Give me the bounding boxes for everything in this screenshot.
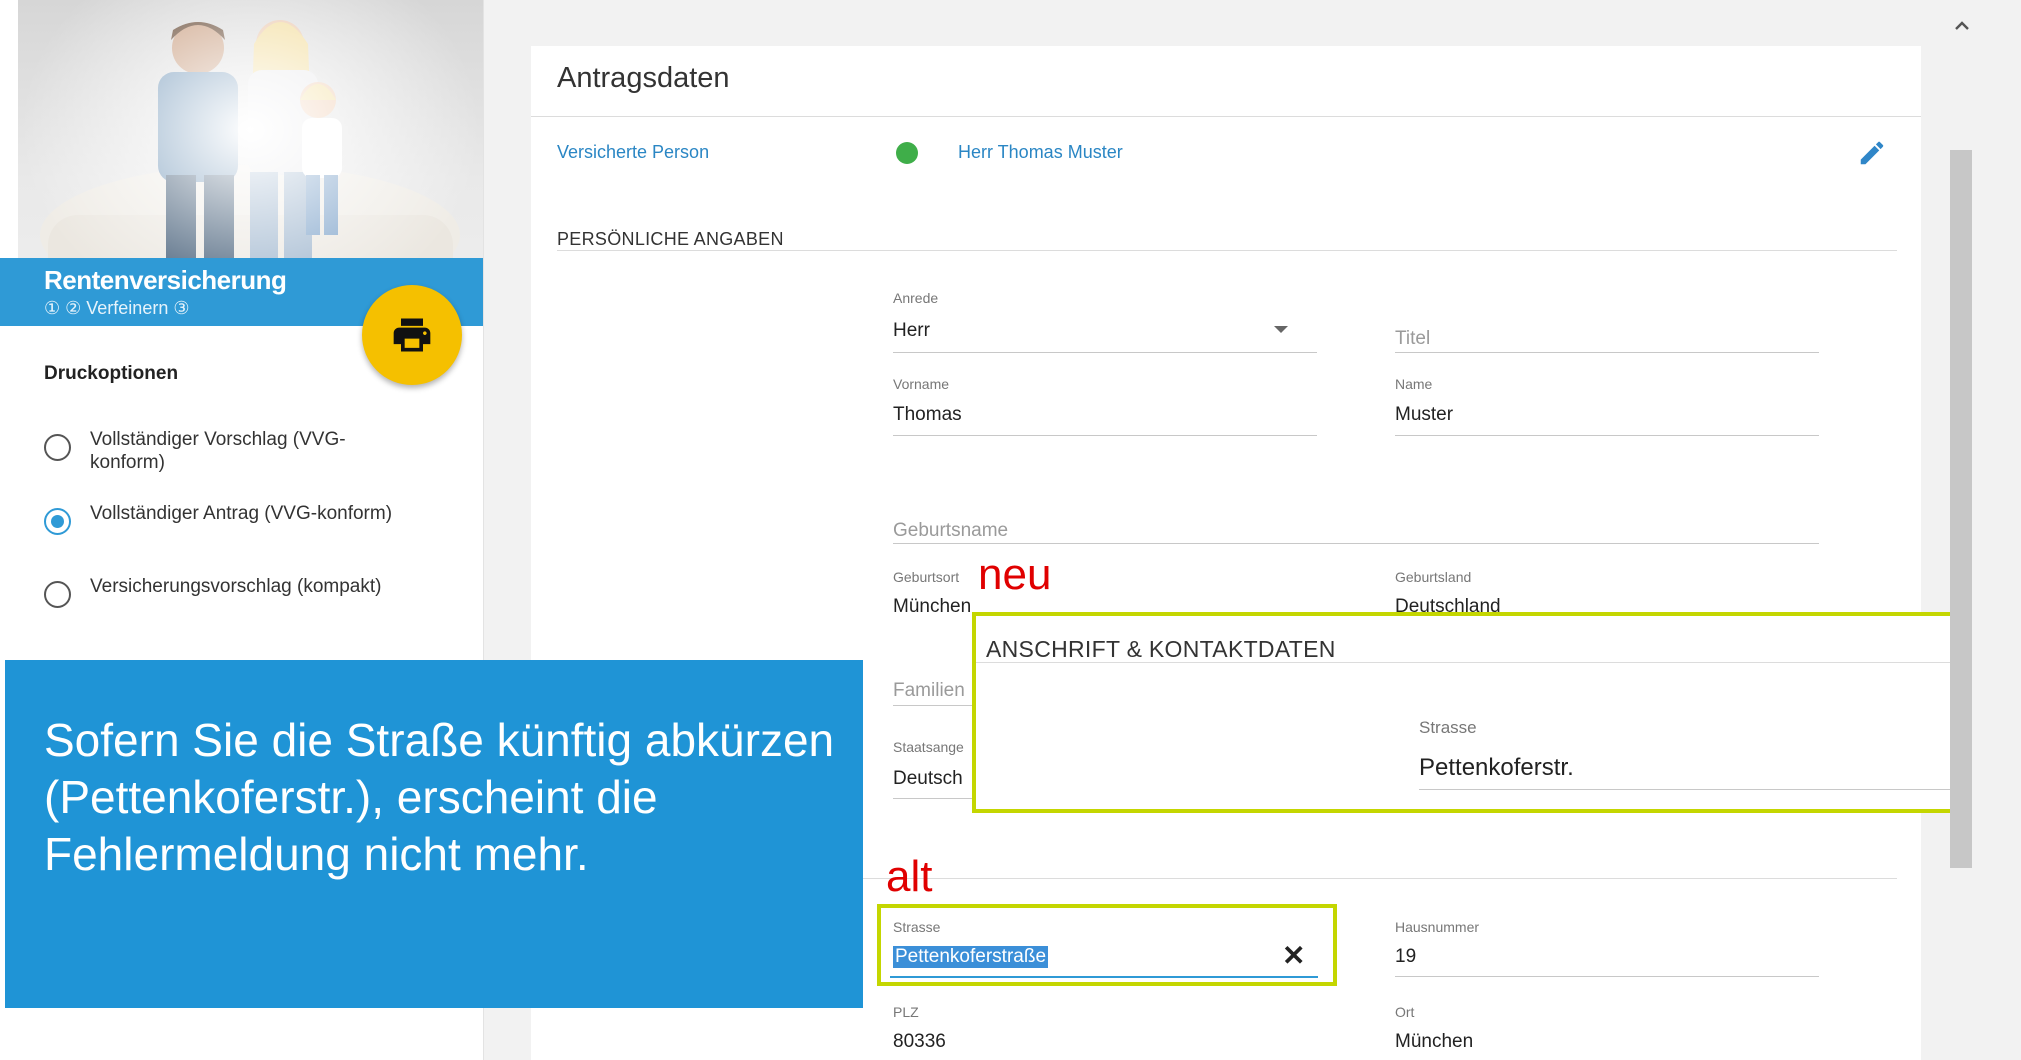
- familienstand-field[interactable]: Familien: [893, 680, 965, 702]
- section-title-address: ANSCHRIFT & KONTAKTDATEN: [986, 636, 1336, 662]
- field-underline: [893, 435, 1317, 436]
- ort-label: Ort: [1395, 1004, 1415, 1020]
- scrollbar-thumb[interactable]: [1950, 150, 1972, 868]
- field-underline: [1419, 789, 1969, 790]
- hausnummer-field[interactable]: 19: [1395, 946, 1416, 968]
- field-underline: [893, 543, 1819, 544]
- anrede-label: Anrede: [893, 290, 939, 306]
- divider: [557, 250, 1897, 251]
- field-underline: [893, 352, 1317, 353]
- product-step-indicator[interactable]: ① ② Verfeinern ③: [44, 298, 189, 319]
- new-strasse-field[interactable]: Pettenkoferstr.: [1419, 754, 1574, 782]
- highlight-box-old: [877, 904, 1337, 986]
- staatsangehoerigkeit-field[interactable]: Deutsch: [893, 768, 963, 790]
- geburtsland-label: Geburtsland: [1395, 569, 1472, 585]
- plz-label: PLZ: [893, 1004, 919, 1020]
- printer-icon: [393, 318, 431, 352]
- edit-pencil-icon[interactable]: [1857, 138, 1887, 173]
- field-underline: [1395, 352, 1819, 353]
- section-title-personal: PERSÖNLICHE ANGABEN: [557, 229, 784, 249]
- name-field[interactable]: Muster: [1395, 404, 1453, 426]
- strasse-field[interactable]: Pettenkoferstraße: [893, 946, 1049, 968]
- geburtsort-field[interactable]: München: [893, 596, 971, 618]
- print-option-label: Versicherungsvorschlag (kompakt): [90, 576, 382, 597]
- name-label: Name: [1395, 376, 1433, 392]
- callout-text: Sofern Sie die Straße künftig abkürzen (…: [44, 714, 835, 880]
- dropdown-arrow-icon[interactable]: [1274, 326, 1288, 333]
- divider: [531, 116, 1921, 117]
- geburtsort-label: Geburtsort: [893, 569, 960, 585]
- vorname-field[interactable]: Thomas: [893, 404, 962, 426]
- print-option-label: Vollständiger Vorschlag (VVG-konform): [90, 429, 346, 473]
- scroll-up-icon[interactable]: [1950, 14, 1974, 38]
- product-name: Rentenversicherung: [44, 265, 287, 295]
- radio-unchecked-icon[interactable]: [44, 581, 71, 608]
- annotation-alt: alt: [886, 852, 933, 901]
- field-underline: [1395, 976, 1819, 977]
- print-button[interactable]: [362, 285, 462, 385]
- clear-icon[interactable]: ✕: [1282, 942, 1305, 970]
- anrede-select[interactable]: Herr: [893, 320, 930, 342]
- vorname-label: Vorname: [893, 376, 950, 392]
- divider: [976, 662, 2013, 663]
- radio-unchecked-icon[interactable]: [44, 434, 71, 461]
- field-underline: [1395, 435, 1819, 436]
- field-underline-active: [890, 976, 1318, 978]
- status-dot-icon: [896, 142, 918, 164]
- new-strasse-label: Strasse: [1419, 718, 1477, 737]
- titel-field[interactable]: Titel: [1395, 328, 1430, 350]
- geburtsname-field[interactable]: Geburtsname: [893, 520, 1008, 542]
- insured-person-label: Versicherte Person: [557, 142, 710, 162]
- page-title: Antragsdaten: [557, 62, 730, 94]
- insured-person-name[interactable]: Herr Thomas Muster: [958, 142, 1123, 163]
- print-options-title: Druckoptionen: [44, 363, 179, 384]
- radio-checked-icon[interactable]: [44, 508, 71, 535]
- annotation-neu: neu: [978, 550, 1052, 599]
- staatsangehoerigkeit-label: Staatsange: [893, 739, 964, 755]
- hausnummer-label: Hausnummer: [1395, 919, 1480, 935]
- plz-field[interactable]: 80336: [893, 1031, 946, 1053]
- print-option-label: Vollständiger Antrag (VVG-konform): [90, 503, 393, 524]
- ort-field[interactable]: München: [1395, 1031, 1473, 1053]
